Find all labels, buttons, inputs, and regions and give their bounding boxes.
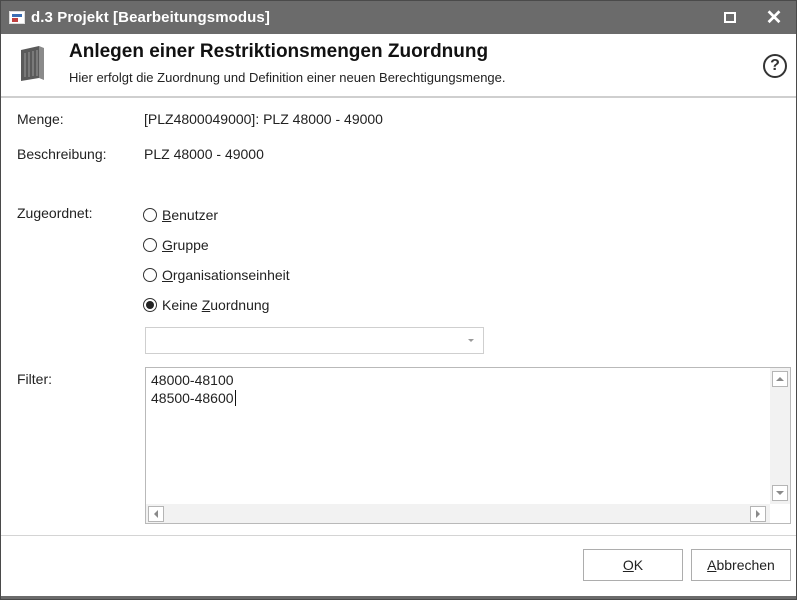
maximize-button[interactable] [708,1,752,34]
radio-benutzer[interactable]: Benutzer [143,207,218,223]
radio-circle[interactable] [143,208,157,222]
radio-gruppe-label: Gruppe [162,237,209,253]
dialog-window: d.3 Projekt [Bearbeitungsmodus] ✕ Anlege… [0,0,797,600]
help-symbol: ? [770,57,780,74]
maximize-icon [724,12,736,23]
radio-keine-zuordnung-label: Keine Zuordnung [162,297,270,313]
radio-benutzer-label: Benutzer [162,207,219,223]
zugeordnet-label: Zugeordnet: [17,205,93,221]
vertical-scrollbar[interactable] [770,368,790,505]
window-title: d.3 Projekt [Bearbeitungsmodus] [31,9,270,26]
radio-gruppe[interactable]: Gruppe [143,237,209,253]
filter-textarea[interactable]: 48000-48100 48500-48600 [145,367,791,524]
chevron-down-icon [468,339,474,342]
scrollbar-corner [770,504,790,523]
dialog-subheading: Hier erfolgt die Zuordnung und Definitio… [69,70,506,85]
assignment-select[interactable] [145,327,484,354]
filter-text: 48000-48100 48500-48600 [151,372,236,406]
ok-button[interactable]: OK [583,549,683,581]
beschreibung-label: Beschreibung: [17,146,107,162]
chevron-up-icon [776,377,784,381]
radio-circle[interactable] [143,238,157,252]
scroll-right-button[interactable] [750,506,766,522]
cancel-button-label: Abbrechen [707,557,775,573]
header-divider [1,96,796,98]
dialog-heading: Anlegen einer Restriktionsmengen Zuordnu… [69,41,489,62]
close-button[interactable]: ✕ [752,1,796,34]
radio-organisationseinheit-label: Organisationseinheit [162,267,290,283]
ok-button-label: OK [622,557,644,573]
radio-selected-dot [146,301,154,309]
help-circle-icon[interactable]: ? [763,54,787,78]
chevron-right-icon [756,510,760,518]
close-icon: ✕ [765,7,783,29]
beschreibung-value: PLZ 48000 - 49000 [144,146,264,162]
title-bar: d.3 Projekt [Bearbeitungsmodus] ✕ [1,1,796,34]
radio-circle[interactable] [143,268,157,282]
menge-label: Menge: [17,111,64,127]
radio-circle-selected[interactable] [143,298,157,312]
radio-keine-zuordnung[interactable]: Keine Zuordnung [143,297,269,313]
menge-value: [PLZ4800049000]: PLZ 48000 - 49000 [144,111,383,127]
text-cursor [234,390,236,406]
app-window-icon [9,11,25,24]
scroll-left-button[interactable] [148,506,164,522]
chevron-left-icon [154,510,158,518]
scroll-up-button[interactable] [772,371,788,387]
filter-label: Filter: [17,371,52,387]
dialog-header: Anlegen einer Restriktionsmengen Zuordnu… [1,34,796,94]
window-bottom-border [1,596,796,599]
book-icon [21,46,44,81]
scroll-down-button[interactable] [772,485,788,501]
footer-divider [1,535,796,536]
cancel-button[interactable]: Abbrechen [691,549,791,581]
radio-organisationseinheit[interactable]: Organisationseinheit [143,267,290,283]
chevron-down-icon [776,491,784,495]
horizontal-scrollbar[interactable] [146,504,770,523]
